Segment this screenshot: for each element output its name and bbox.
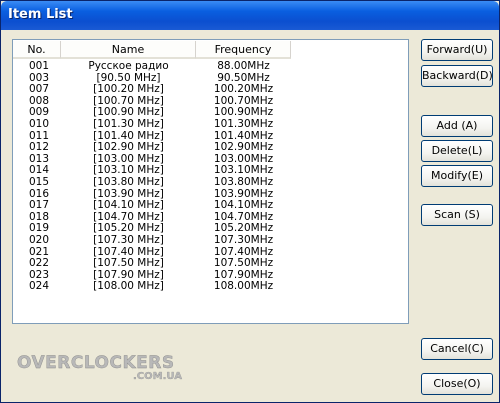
column-header-no[interactable]: No. xyxy=(13,41,61,59)
item-frequency: 102.90MHz xyxy=(213,141,274,154)
item-frequency: 107.30MHz xyxy=(213,233,274,246)
item-name: [107.30 MHz] xyxy=(93,233,164,246)
item-frequency: 88.00MHz xyxy=(217,60,270,72)
item-name: Русское радио xyxy=(88,60,169,72)
item-frequency: 108.00MHz xyxy=(213,280,274,293)
forward-button[interactable]: Forward(U) xyxy=(421,39,493,61)
list-item[interactable]: 007 [100.20 MHz] 100.20MHz xyxy=(13,84,408,96)
list-item[interactable]: 003 [90.50 MHz] 90.50MHz xyxy=(13,72,408,85)
list-item[interactable]: 012 [102.90 MHz] 102.90MHz xyxy=(13,142,408,154)
item-number: 010 xyxy=(29,117,50,130)
window-title: Item List xyxy=(8,7,73,22)
item-name: [103.80 MHz] xyxy=(93,175,164,188)
add-button[interactable]: Add (A) xyxy=(421,115,493,137)
item-number: 012 xyxy=(29,141,50,154)
item-number: 001 xyxy=(29,60,50,72)
item-frequency: 104.10MHz xyxy=(213,199,274,212)
item-number: 015 xyxy=(29,175,50,188)
list-item[interactable]: 023 [107.90 MHz] 107.90MHz xyxy=(13,269,408,282)
overclockers-watermark-logo: OVERCLOCKERS .COM.UA xyxy=(17,353,183,381)
item-number: 022 xyxy=(29,257,50,270)
list-item[interactable]: 001 Русское радио 88.00MHz xyxy=(13,60,408,73)
svg-text:.COM.UA: .COM.UA xyxy=(133,371,182,381)
list-item[interactable]: 018 [104.70 MHz] 104.70MHz xyxy=(13,211,408,224)
list-header: No. Name Frequency xyxy=(13,40,408,60)
item-frequency: 103.80MHz xyxy=(213,175,274,188)
item-number: 024 xyxy=(29,280,50,293)
list-item[interactable]: 013 [103.00 MHz] 103.00MHz xyxy=(13,153,408,166)
item-number: 017 xyxy=(29,199,50,212)
item-list[interactable]: No. Name Frequency 001 Русское радио 88.00… xyxy=(12,39,409,324)
item-name: [104.10 MHz] xyxy=(93,199,164,212)
item-list-dialog: Item List No. Name Frequency 001 Русское … xyxy=(0,0,500,403)
list-item[interactable]: 024 [108.00 MHz] 108.00MHz xyxy=(13,281,408,293)
list-item[interactable]: 011 [101.40 MHz] 101.40MHz xyxy=(13,130,408,143)
list-item[interactable]: 009 [100.90 MHz] 100.90MHz xyxy=(13,107,408,119)
svg-text:OVERCLOCKERS: OVERCLOCKERS xyxy=(17,353,175,373)
list-item[interactable]: 016 [103.90 MHz] 103.90MHz xyxy=(13,188,408,201)
list-rows: 001 Русское радио 88.00MHz 003 [90.50 MHz] 90… xyxy=(13,60,408,293)
title-bar: Item List xyxy=(1,1,499,30)
list-item[interactable]: 019 [105.20 MHz] 105.20MHz xyxy=(13,223,408,235)
backward-button[interactable]: Backward(D) xyxy=(421,65,493,87)
list-item[interactable]: 017 [104.10 MHz] 104.10MHz xyxy=(13,200,408,212)
list-item[interactable]: 015 [103.80 MHz] 103.80MHz xyxy=(13,175,408,189)
column-header-name[interactable]: Name xyxy=(61,41,196,59)
item-frequency: 101.30MHz xyxy=(213,117,274,130)
list-item[interactable]: 010 [101.30 MHz] 101.30MHz xyxy=(13,117,408,131)
list-item[interactable]: 021 [107.40 MHz] 107.40MHz xyxy=(13,246,408,259)
item-frequency: 107.50MHz xyxy=(213,257,274,270)
item-number: 020 xyxy=(29,233,50,246)
close-button[interactable]: Close(O) xyxy=(421,373,493,395)
list-item[interactable]: 014 [103.10 MHz] 103.10MHz xyxy=(13,165,408,177)
scan-button[interactable]: Scan (S) xyxy=(421,204,493,226)
column-header-frequency[interactable]: Frequency xyxy=(196,41,291,59)
delete-button[interactable]: Delete(L) xyxy=(421,140,493,162)
item-name: [102.90 MHz] xyxy=(93,141,164,154)
list-item[interactable]: 008 [100.70 MHz] 100.70MHz xyxy=(13,95,408,108)
list-item[interactable]: 022 [107.50 MHz] 107.50MHz xyxy=(13,257,408,270)
cancel-button[interactable]: Cancel(C) xyxy=(421,338,493,360)
item-name: [101.30 MHz] xyxy=(93,117,164,130)
modify-button[interactable]: Modify(E) xyxy=(421,165,493,187)
list-item[interactable]: 020 [107.30 MHz] 107.30MHz xyxy=(13,233,408,247)
item-name: [107.50 MHz] xyxy=(93,257,164,270)
item-name: [108.00 MHz] xyxy=(93,280,164,293)
